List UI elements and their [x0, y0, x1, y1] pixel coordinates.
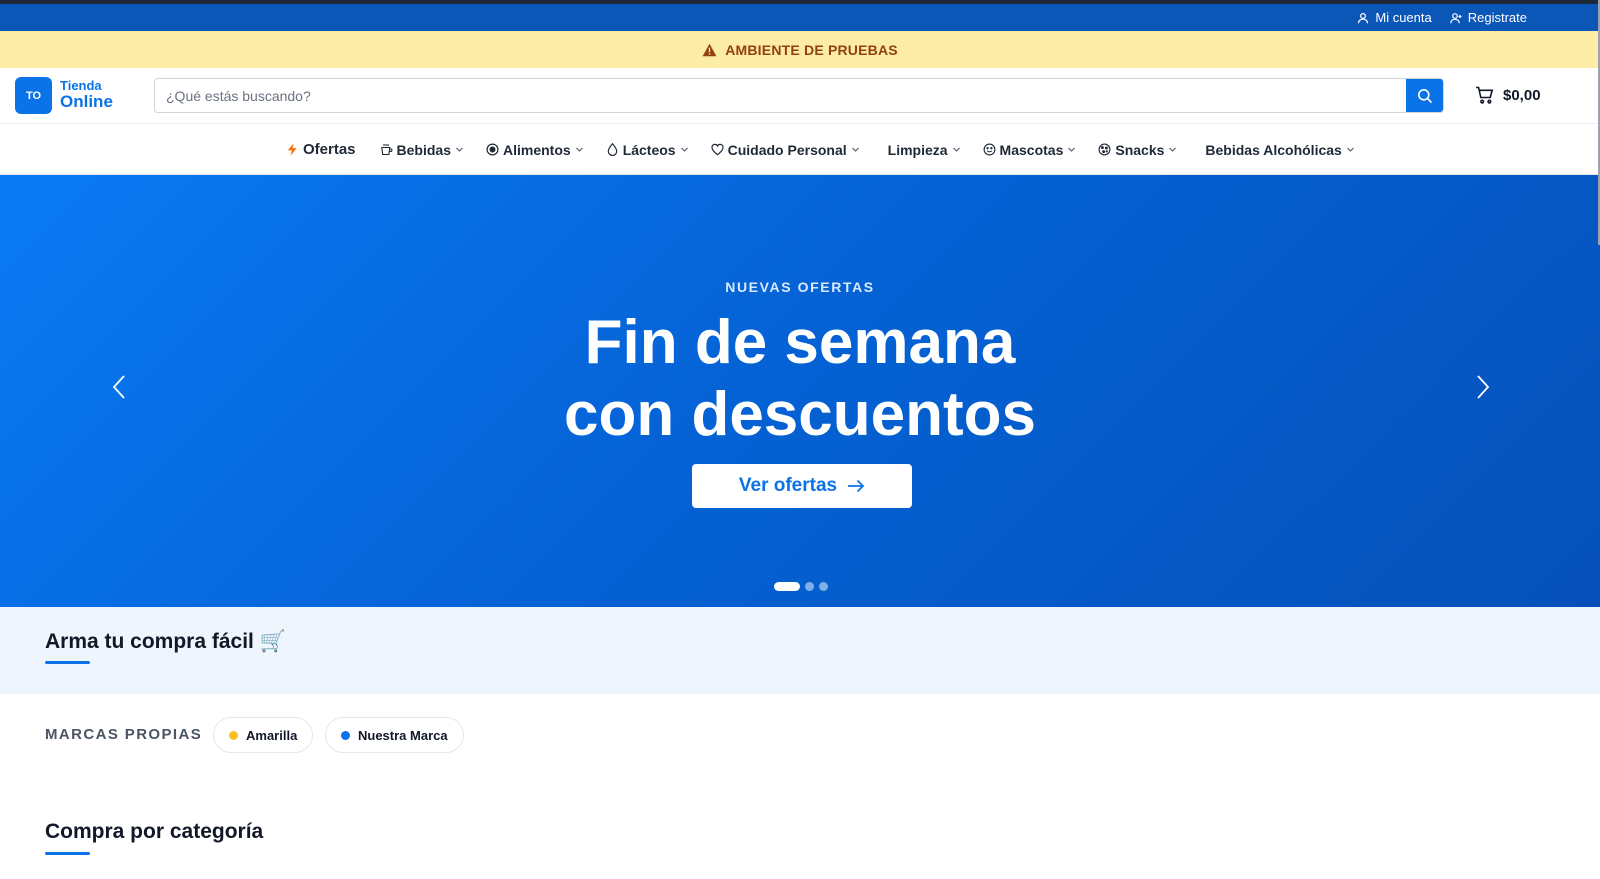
carousel-dot-2[interactable] [805, 582, 814, 591]
chevron-down-icon [851, 147, 859, 152]
carousel-dots [774, 582, 828, 591]
chevron-down-icon [680, 147, 688, 152]
easy-shopping-section: Arma tu compra fácil 🛒 [0, 607, 1600, 694]
my-account-label: Mi cuenta [1375, 10, 1432, 25]
user-plus-icon [1449, 12, 1462, 23]
hero-title-line2: con descuentos [564, 380, 1036, 449]
my-account-link[interactable]: Mi cuenta [1357, 10, 1432, 25]
nav-item-ofertas[interactable]: Ofertas [286, 141, 356, 158]
own-brands-label: MARCAS PROPIAS [45, 726, 203, 743]
nav-label-limpieza: Limpieza [887, 141, 948, 158]
cookie-icon [1098, 143, 1111, 156]
smiley-icon [983, 143, 995, 156]
brand-pill-amarilla[interactable]: Amarilla [213, 717, 314, 753]
logo-text[interactable]: Tienda Online [60, 79, 113, 110]
nav-label-mascotas: Mascotas [999, 141, 1064, 158]
nav-item-alimentos[interactable]: Alimentos [486, 142, 584, 158]
hero-carousel: NUEVAS OFERTAS Fin de semana con descuen… [0, 175, 1600, 607]
cup-icon [380, 144, 392, 156]
chevron-down-icon [1068, 147, 1076, 152]
see-offers-label: Ver ofertas [738, 475, 838, 496]
nav-item-cuidado-personal[interactable]: Cuidado Personal [711, 142, 860, 158]
search-bar [154, 78, 1444, 113]
title-underline [45, 852, 90, 855]
top-links: Mi cuenta Registrate [1357, 4, 1527, 31]
nav-item-bebidas[interactable]: Bebidas [380, 142, 464, 158]
nav-item-mascotas[interactable]: Mascotas [983, 142, 1077, 158]
search-input[interactable] [155, 79, 1408, 112]
chevron-down-icon [575, 147, 583, 152]
chevron-down-icon [456, 147, 463, 152]
chevron-right-icon[interactable] [1470, 373, 1494, 401]
site-header: TO Tienda Online $0,00 [0, 68, 1600, 124]
hero-title-line1: Fin de semana [584, 308, 1016, 377]
search-button[interactable] [1406, 79, 1443, 112]
search-icon [1417, 88, 1432, 103]
cart-icon [1476, 86, 1494, 104]
arrow-right-icon [848, 479, 865, 493]
chevron-down-icon [1169, 147, 1177, 152]
plate-icon [486, 143, 499, 156]
nav-label-lacteos: Lácteos [622, 141, 676, 158]
carousel-dot-3[interactable] [819, 582, 828, 591]
chevron-down-icon [1346, 147, 1354, 152]
easy-shopping-title: Arma tu compra fácil 🛒 [45, 630, 286, 653]
hero-title: Fin de semana con descuentos [0, 307, 1600, 451]
nav-label-snacks: Snacks [1115, 141, 1165, 158]
chevron-down-icon [952, 147, 960, 152]
nav-items: Ofertas Bebidas Alimentos Lácteos Cuidad… [286, 124, 1377, 175]
test-environment-banner: AMBIENTE DE PRUEBAS [0, 31, 1600, 68]
nav-label-alimentos: Alimentos [503, 141, 571, 158]
register-label: Registrate [1467, 10, 1527, 25]
lightning-icon [287, 143, 297, 156]
top-utility-bar: Mi cuenta Registrate [0, 4, 1600, 31]
brand-pill-nuestra-marca[interactable]: Nuestra Marca [325, 717, 464, 753]
nav-item-snacks[interactable]: Snacks [1098, 142, 1177, 158]
brand-name: Nuestra Marca [358, 727, 448, 743]
nav-label-cuidado-personal: Cuidado Personal [727, 141, 847, 158]
banner-text: AMBIENTE DE PRUEBAS [725, 41, 898, 58]
cart-total: $0,00 [1503, 86, 1541, 104]
brand-dot [229, 730, 238, 740]
logo-line1: Tienda [60, 78, 102, 93]
nav-label-ofertas: Ofertas [303, 141, 356, 158]
nav-label-bebidas: Bebidas [396, 141, 451, 158]
brand-name: Amarilla [246, 727, 298, 743]
category-nav: Ofertas Bebidas Alimentos Lácteos Cuidad… [0, 124, 1600, 175]
nav-item-limpieza[interactable]: Limpieza [888, 142, 961, 158]
nav-label-bebidas-alcoholicas: Bebidas Alcohólicas [1205, 141, 1342, 158]
drop-icon [607, 143, 617, 156]
title-underline [45, 661, 90, 664]
register-link[interactable]: Registrate [1449, 10, 1527, 25]
brand-dot [341, 730, 350, 740]
user-icon [1358, 12, 1369, 23]
logo-line2: Online [60, 92, 113, 111]
see-offers-button[interactable]: Ver ofertas [692, 464, 912, 508]
warning-icon [702, 43, 717, 56]
heart-icon [711, 143, 724, 156]
carousel-dot-1[interactable] [774, 582, 800, 591]
cart-button[interactable]: $0,00 [1475, 86, 1541, 104]
category-section-title: Compra por categoría [45, 820, 264, 843]
logo-badge[interactable]: TO [15, 77, 52, 114]
nav-item-lacteos[interactable]: Lácteos [606, 142, 689, 158]
hero-eyebrow: NUEVAS OFERTAS [725, 279, 875, 295]
nav-item-bebidas-alcoholicas[interactable]: Bebidas Alcohólicas [1205, 142, 1354, 158]
